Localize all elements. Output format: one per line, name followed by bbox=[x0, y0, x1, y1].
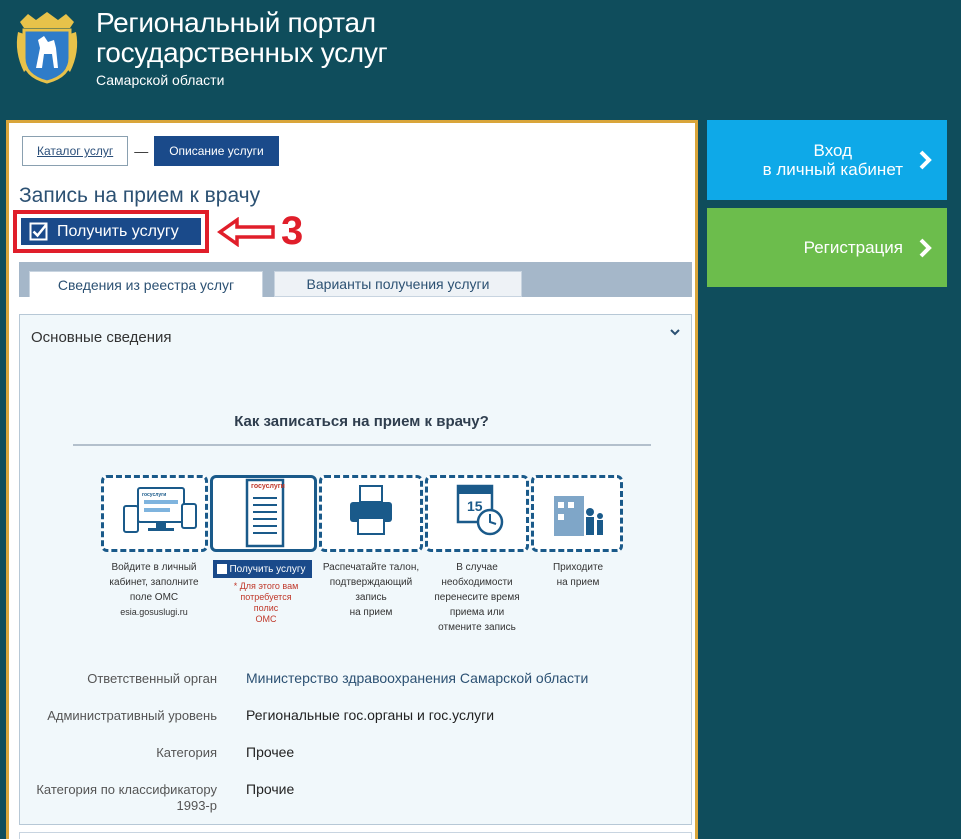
caption-line: на прием bbox=[349, 607, 393, 618]
register-button-text: Регистрация bbox=[803, 238, 903, 257]
login-button[interactable]: Вход в личный кабинет bbox=[707, 120, 947, 200]
caption-line: приема или bbox=[449, 607, 505, 618]
portal-subtitle: Самарской области bbox=[96, 72, 225, 88]
note-line: ОМС bbox=[255, 614, 277, 624]
admin-level-value: Региональные гос.органы и гос.услуги bbox=[246, 707, 495, 723]
info-section: Основные сведения Как записаться на прие… bbox=[19, 314, 692, 825]
caption-line: поле ОМС bbox=[129, 592, 179, 603]
classifier-label-line: Категория по классификатору bbox=[36, 782, 217, 797]
printer-icon bbox=[350, 485, 392, 535]
caption-line: необходимости bbox=[441, 577, 513, 588]
step-login-caption: Войдите в личный кабинет, заполните поле… bbox=[97, 560, 211, 620]
step-visit-caption: Приходите на прием bbox=[533, 560, 623, 590]
category-label: Категория bbox=[156, 745, 217, 760]
next-section-panel bbox=[19, 832, 692, 839]
infographic-title: Как записаться на прием к врачу? bbox=[234, 413, 489, 430]
infographic-get-service-button: Получить услугу bbox=[213, 560, 312, 578]
checkbox-icon bbox=[217, 564, 227, 574]
infographic: Как записаться на прием к врачу? госуслу… bbox=[71, 393, 652, 643]
infographic-button-label: Получить услугу bbox=[229, 563, 306, 575]
portal-title: Региональный портал государственных услу… bbox=[96, 7, 388, 89]
step-printer-box bbox=[319, 475, 423, 552]
infographic-divider bbox=[73, 444, 651, 446]
chevron-down-icon[interactable] bbox=[669, 327, 681, 337]
get-service-label: Получить услугу bbox=[57, 222, 179, 240]
caption-line: Приходите bbox=[552, 562, 603, 573]
caption-line: кабинет, заполните bbox=[109, 577, 199, 588]
login-line2: в личный кабинет bbox=[762, 160, 903, 179]
breadcrumb-current: Описание услуги bbox=[154, 136, 279, 166]
portal-title-line1: Региональный портал bbox=[96, 7, 376, 38]
section-title: Основные сведения bbox=[31, 329, 172, 346]
step-devices-box: госуслуги bbox=[101, 475, 208, 552]
chevron-right-icon bbox=[919, 238, 932, 257]
category-value: Прочее bbox=[246, 744, 295, 760]
responsible-org-label: Ответственный орган bbox=[87, 671, 217, 686]
step-document-box: госуслуги bbox=[210, 475, 317, 552]
classifier-label-line: 1993-р bbox=[176, 798, 217, 813]
caption-line: отмените запись bbox=[438, 622, 516, 633]
caption-line: перенесите время bbox=[434, 592, 520, 603]
caption-line: запись bbox=[355, 592, 387, 603]
breadcrumb-catalog-link[interactable]: Каталог услуг bbox=[22, 136, 129, 166]
clinic-icon bbox=[554, 496, 603, 536]
breadcrumb-separator: — bbox=[134, 143, 149, 159]
caption-line: В случае bbox=[456, 562, 498, 573]
step-calendar-box: 15 bbox=[425, 475, 529, 552]
caption-line: Войдите в личный bbox=[111, 562, 197, 573]
tabs-bar: Сведения из реестра услуг Варианты получ… bbox=[19, 262, 692, 297]
caption-line: на прием bbox=[556, 577, 600, 588]
devices-icon bbox=[123, 487, 197, 533]
annotation-number: 3 bbox=[281, 209, 304, 253]
register-button[interactable]: Регистрация bbox=[707, 208, 947, 287]
caption-line: подтверждающий bbox=[329, 577, 413, 588]
coat-of-arms-icon bbox=[16, 12, 78, 84]
service-panel: Каталог услуг — Описание услуги Запись н… bbox=[6, 120, 698, 839]
admin-level-label: Административный уровень bbox=[47, 708, 217, 723]
tab-registry-info[interactable]: Сведения из реестра услуг bbox=[29, 271, 263, 297]
step-print-caption: Распечатайте талон, подтверждающий запис… bbox=[317, 560, 425, 620]
chevron-right-icon bbox=[919, 150, 932, 170]
step-reschedule-caption: В случае необходимости перенесите время … bbox=[423, 560, 531, 635]
site-header: Региональный портал государственных услу… bbox=[0, 0, 961, 118]
page-title: Запись на прием к врачу bbox=[19, 184, 261, 207]
login-button-text: Вход в личный кабинет bbox=[763, 141, 903, 179]
step-clinic-box bbox=[531, 475, 623, 552]
get-service-button[interactable]: Получить услугу bbox=[21, 218, 201, 245]
step-oms-note: * Для этого вам потребуется полис ОМС bbox=[231, 581, 301, 625]
classifier-category-value: Прочие bbox=[246, 781, 295, 797]
step-devices-brand: госуслуги bbox=[142, 492, 167, 498]
annotation-arrow-icon bbox=[217, 217, 275, 247]
calendar-day: 15 bbox=[467, 498, 483, 514]
tab-service-options[interactable]: Варианты получения услуги bbox=[274, 271, 522, 297]
note-line: потребуется полис bbox=[240, 592, 292, 613]
caption-line: Распечатайте талон, bbox=[322, 562, 420, 573]
portal-title-line2: государственных услуг bbox=[96, 37, 388, 68]
login-line1: Вход bbox=[813, 141, 853, 160]
note-line: * Для этого вам bbox=[233, 581, 299, 591]
breadcrumb: Каталог услуг — Описание услуги bbox=[22, 136, 279, 166]
checkbox-icon bbox=[29, 222, 48, 241]
caption-link: esia.gosuslugi.ru bbox=[120, 607, 188, 617]
step-document-brand: госуслуги bbox=[251, 483, 285, 490]
responsible-org-link[interactable]: Министерство здравоохранения Самарской о… bbox=[246, 670, 588, 686]
classifier-category-label: Категория по классификатору 1993-р bbox=[20, 782, 217, 814]
